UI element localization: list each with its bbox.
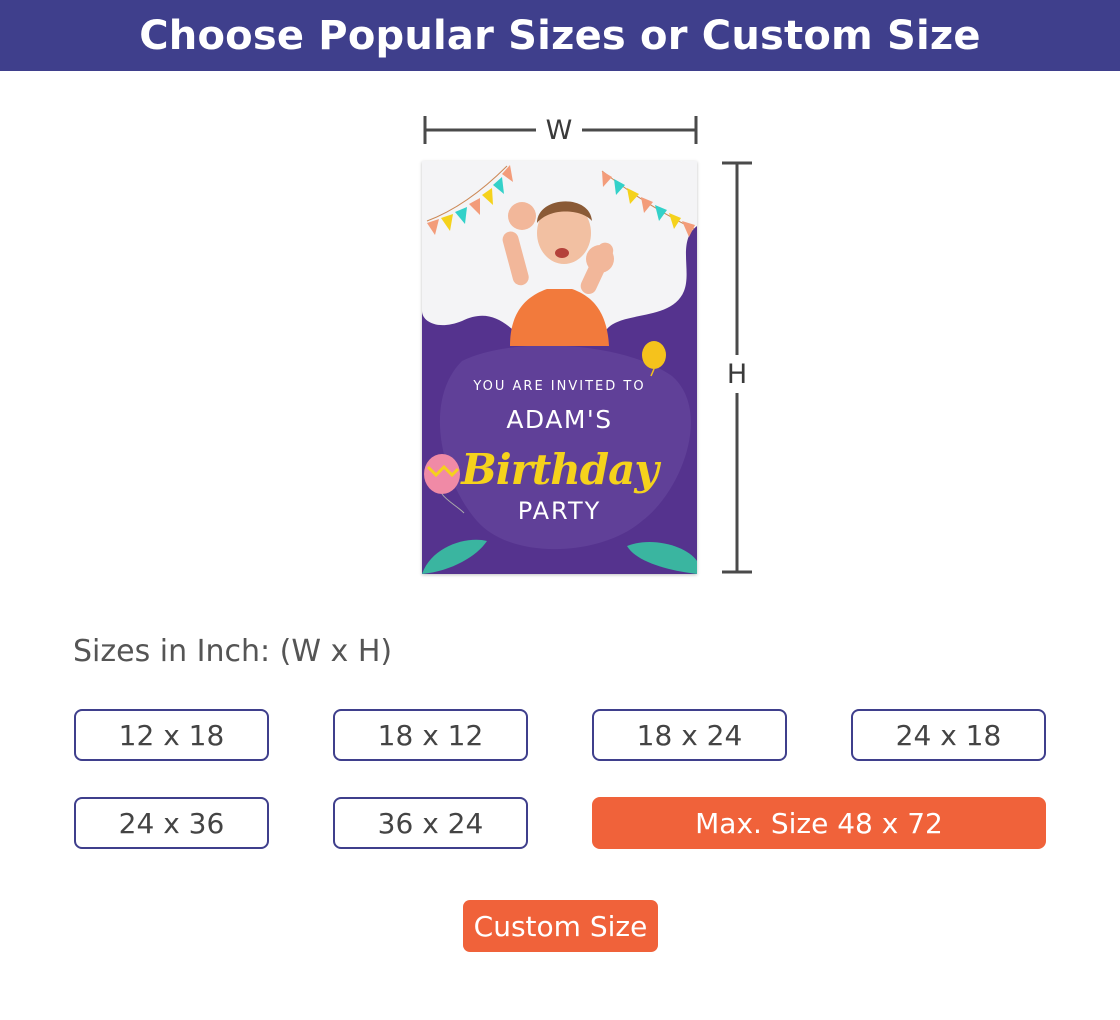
max-size-button[interactable]: Max. Size 48 x 72 [592, 797, 1046, 849]
poster-party-text: PARTY [517, 497, 602, 525]
size-option-18x24[interactable]: 18 x 24 [592, 709, 787, 761]
leaf-left [422, 539, 487, 574]
width-label: W [543, 117, 575, 144]
poster-preview: YOU ARE INVITED TO ADAM'S Birthday PARTY [422, 161, 697, 574]
size-option-24x36[interactable]: 24 x 36 [74, 797, 269, 849]
child-hand-left [508, 202, 536, 230]
size-option-36x24[interactable]: 36 x 24 [333, 797, 528, 849]
height-label: H [724, 361, 750, 388]
leaf-right [627, 541, 697, 574]
sizes-label: Sizes in Inch: (W x H) [73, 634, 393, 669]
size-option-24x18[interactable]: 24 x 18 [851, 709, 1046, 761]
custom-size-button[interactable]: Custom Size [463, 900, 658, 952]
size-option-18x12[interactable]: 18 x 12 [333, 709, 528, 761]
poster-name-text: ADAM'S [506, 405, 613, 434]
child-hand-right [586, 245, 614, 273]
poster-invited-text: YOU ARE INVITED TO [473, 379, 646, 394]
poster-birthday-text: Birthday [461, 445, 659, 494]
child-mouth [555, 248, 569, 258]
size-option-12x18[interactable]: 12 x 18 [74, 709, 269, 761]
